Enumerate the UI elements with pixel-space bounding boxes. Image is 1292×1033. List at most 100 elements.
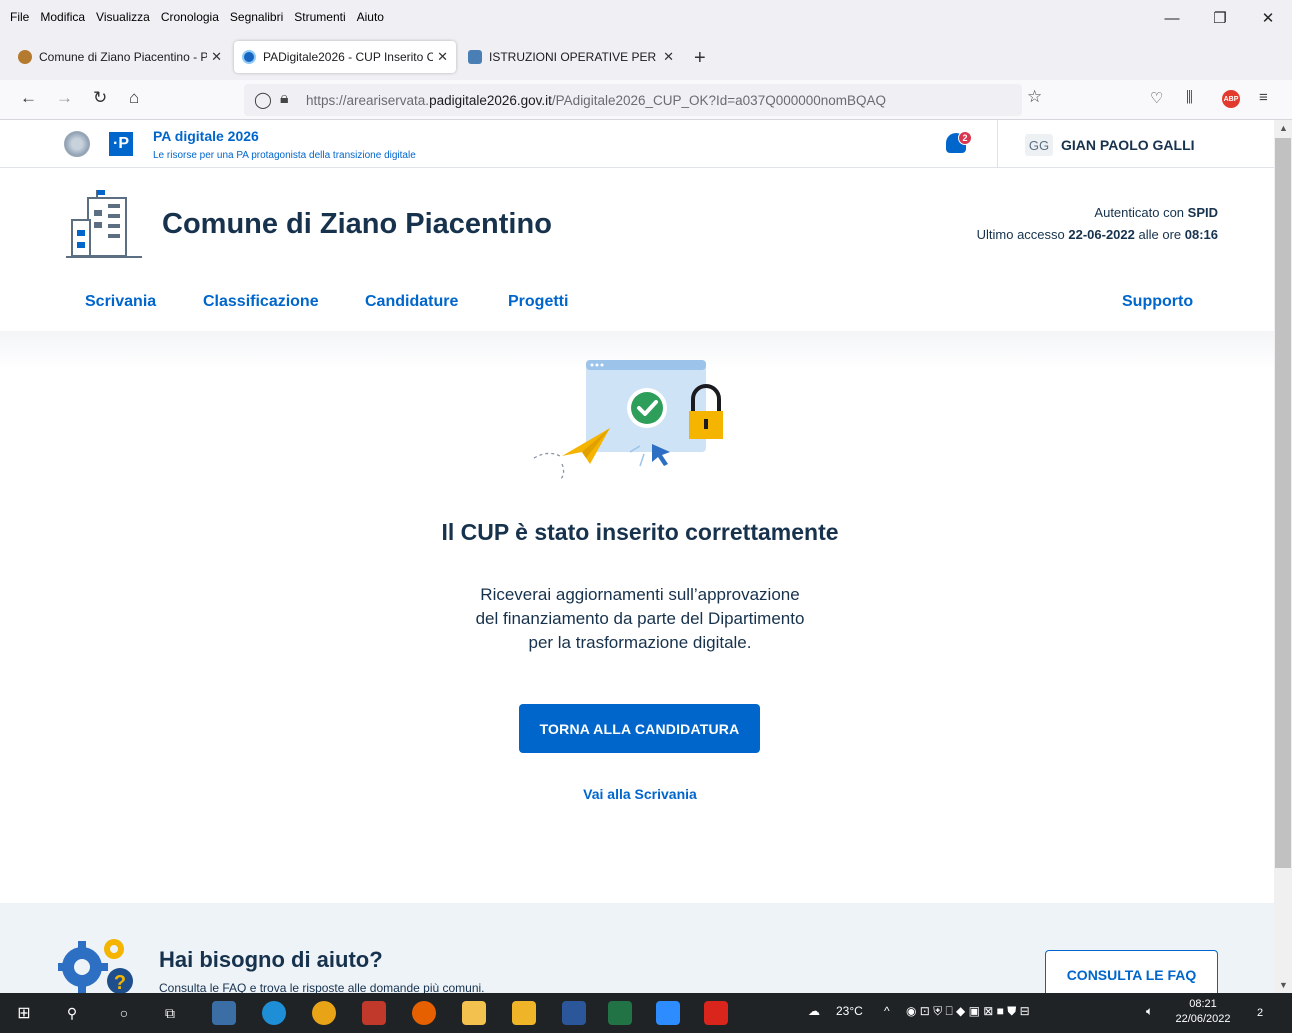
close-tab-icon[interactable]: ✕ [437, 49, 448, 65]
computer-app-icon[interactable] [212, 1001, 236, 1025]
chrome-icon[interactable] [312, 1001, 336, 1025]
scrollbar-thumb[interactable] [1275, 138, 1291, 868]
svg-text:?: ? [114, 972, 126, 993]
user-name[interactable]: GIAN PAOLO GALLI [1061, 137, 1195, 153]
edge-icon[interactable] [262, 1001, 286, 1025]
notifications-bell-icon[interactable]: 2 [946, 131, 972, 157]
last-access-label: Ultimo accesso [976, 227, 1069, 242]
back-to-application-button[interactable]: TORNA ALLA CANDIDATURA [519, 704, 760, 753]
windows-start-icon[interactable]: ⊞ [12, 1001, 36, 1025]
auth-method: SPID [1187, 205, 1218, 220]
taskbar-clock[interactable]: 08:21 22/06/2022 [1168, 997, 1238, 1027]
forward-arrow-icon[interactable]: → [56, 88, 73, 108]
user-avatar[interactable]: GG [1025, 134, 1053, 156]
weather-temperature[interactable]: 23°C [836, 1004, 863, 1018]
file-explorer-icon[interactable] [512, 1001, 536, 1025]
tab-title: ISTRUZIONI OPERATIVE PER LA [489, 50, 660, 64]
nav-supporto[interactable]: Supporto [1122, 293, 1193, 311]
acrobat-icon[interactable] [704, 1001, 728, 1025]
menu-help[interactable]: Aiuto [357, 10, 384, 24]
tab-strip: Comune di Ziano Piacentino - P ✕ PADigit… [0, 38, 1292, 78]
clock-date: 22/06/2022 [1175, 1013, 1231, 1025]
excel-icon[interactable] [608, 1001, 632, 1025]
lock-icon[interactable]: 🔒︎ [280, 90, 289, 108]
padigitale-logo[interactable]: ·P [109, 132, 133, 156]
action-center-count: 2 [1256, 1007, 1264, 1019]
hamburger-menu-icon[interactable]: ≡ [1259, 89, 1268, 106]
padigitale-favicon-icon [242, 50, 256, 64]
address-bar[interactable]: ◯ 🔒︎ https://areariservata. padigitale202… [244, 84, 1022, 116]
menu-history[interactable]: Cronologia [161, 10, 219, 24]
restore-window-button[interactable]: ❐ [1196, 0, 1244, 36]
scroll-down-icon[interactable]: ▼ [1279, 980, 1288, 990]
faq-button[interactable]: CONSULTA LE FAQ [1045, 950, 1218, 993]
scroll-up-icon[interactable]: ▲ [1279, 123, 1288, 133]
coat-of-arms-favicon-icon [18, 50, 32, 64]
auth-label: Autenticato con [1094, 205, 1188, 220]
search-icon[interactable]: ⚲ [60, 1001, 84, 1025]
menu-bookmarks[interactable]: Segnalibri [230, 10, 283, 24]
success-title: Il CUP è stato inserito correttamente [441, 519, 839, 545]
pocket-icon[interactable]: ♡ [1150, 89, 1163, 107]
last-access-time: 08:16 [1184, 227, 1218, 242]
tab-padigitale-cup[interactable]: PADigitale2026 - CUP Inserito C ✕ [234, 41, 456, 73]
header-divider [997, 120, 998, 168]
clock-time: 08:21 [1189, 998, 1217, 1010]
bookmark-star-icon[interactable]: ☆ [1027, 87, 1042, 107]
tray-apps-icon[interactable]: ◉ ⊡ ⛨ ⎕ ◆ ▣ ⊠ ■ ⛊ ⊟ [906, 1004, 1030, 1019]
url-path: /PAdigitale2026_CUP_OK?Id=a037Q000000nom… [551, 92, 887, 108]
action-center-icon[interactable]: 2 [1248, 1001, 1272, 1025]
cortana-icon[interactable]: ○ [112, 1001, 136, 1025]
url-prefix: https://areariservata. [306, 92, 430, 108]
task-view-icon[interactable]: ⧉ [158, 1001, 182, 1025]
notification-count-badge: 2 [958, 131, 972, 145]
success-message-line: per la trasformazione digitale. [528, 633, 752, 652]
tab-comune[interactable]: Comune di Ziano Piacentino - P ✕ [10, 41, 230, 73]
app-icon[interactable] [362, 1001, 386, 1025]
document-favicon-icon [468, 50, 482, 64]
page-viewport: ·P PA digitale 2026 Le risorse per una P… [0, 120, 1274, 993]
minimize-window-button[interactable]: — [1148, 0, 1196, 36]
menu-edit[interactable]: Modifica [40, 10, 85, 24]
new-tab-button[interactable]: + [694, 47, 706, 70]
volume-icon[interactable]: 🔈︎ [1146, 1004, 1153, 1019]
firefox-icon[interactable] [412, 1001, 436, 1025]
shield-icon[interactable]: ◯ [254, 90, 272, 110]
menu-file[interactable]: File [10, 10, 29, 24]
publisher-icon[interactable] [562, 1001, 586, 1025]
nav-classificazione[interactable]: Classificazione [203, 293, 319, 311]
tab-title: PADigitale2026 - CUP Inserito C [263, 50, 434, 64]
reload-icon[interactable]: ↻ [93, 88, 107, 108]
brand-subtitle: Le risorse per una PA protagonista della… [153, 150, 416, 161]
help-section: ? Hai bisogno di aiuto? Consulta le FAQ … [0, 903, 1274, 993]
close-tab-icon[interactable]: ✕ [211, 49, 222, 65]
close-tab-icon[interactable]: ✕ [663, 49, 674, 65]
nav-scrivania[interactable]: Scrivania [85, 293, 156, 311]
library-icon[interactable]: ⫼ [1186, 89, 1193, 106]
last-access-info: Ultimo accesso 22-06-2022 alle ore 08:16 [977, 227, 1218, 242]
help-title: Hai bisogno di aiuto? [159, 947, 383, 972]
browser-menubar: File Modifica Visualizza Cronologia Segn… [0, 0, 1292, 36]
main-navigation: Scrivania Classificazione Candidature Pr… [0, 293, 1274, 323]
close-window-button[interactable]: ✕ [1244, 0, 1292, 36]
nav-candidature[interactable]: Candidature [365, 293, 458, 311]
organisation-header: Comune di Ziano Piacentino Autenticato c… [0, 168, 1274, 331]
browser-toolbar: ← → ↻ ⌂ ◯ 🔒︎ https://areariservata. padig… [0, 80, 1292, 120]
weather-icon[interactable]: ☁ [808, 1004, 820, 1018]
go-to-desk-link[interactable]: Vai alla Scrivania [0, 786, 1274, 802]
back-arrow-icon[interactable]: ← [20, 88, 37, 108]
nav-progetti[interactable]: Progetti [508, 293, 568, 311]
file-app-icon[interactable] [462, 1001, 486, 1025]
brand-title[interactable]: PA digitale 2026 [153, 128, 259, 144]
menu-view[interactable]: Visualizza [96, 10, 150, 24]
tab-istruzioni[interactable]: ISTRUZIONI OPERATIVE PER LA ✕ [460, 41, 682, 73]
town-hall-building-icon [66, 190, 142, 258]
tray-chevron-icon[interactable]: ^ [884, 1004, 890, 1018]
italian-republic-emblem-icon [64, 131, 90, 157]
last-access-date: 22-06-2022 [1068, 227, 1135, 242]
menu-tools[interactable]: Strumenti [294, 10, 345, 24]
adblock-plus-icon[interactable]: ABP [1222, 90, 1240, 108]
zoom-icon[interactable] [656, 1001, 680, 1025]
gears-help-icon: ? [58, 939, 133, 993]
home-icon[interactable]: ⌂ [129, 88, 139, 108]
